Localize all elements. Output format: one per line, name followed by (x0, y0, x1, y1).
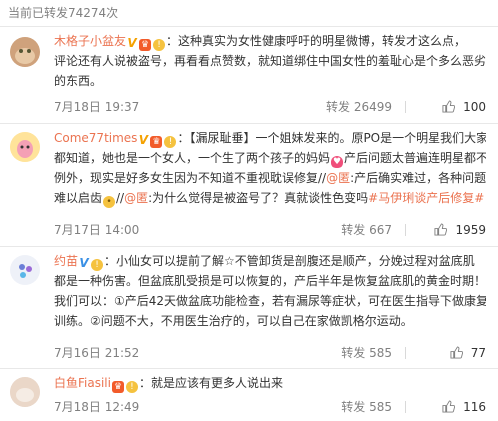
forward-button[interactable]: 转发 585 (341, 343, 392, 363)
repost-item: Come77timesV ♛! ：【漏尿耻垂】一个姐妹发来的。原PO是一个明星我们大… (0, 123, 498, 246)
bulb-icon: ! (91, 259, 104, 271)
verified-icon: V (79, 256, 89, 270)
post-text: :产后确实难过，各种问题 (350, 171, 486, 185)
repost-item: 白鱼Fiasili ♛! ：就是应该有更多人说出来 7月18日 12:49 转发 5… (0, 368, 498, 421)
like-button[interactable]: 116 (414, 397, 486, 417)
post-text: 都知道，她也是一个女人，一个生了两个孩子的妈妈 (54, 151, 331, 165)
forward-button[interactable]: 转发 667 (341, 220, 392, 240)
bulb-icon: ! (153, 39, 166, 51)
post-text: 难以启齿 (54, 191, 103, 205)
forward-count-header: 当前已转发74274次 (0, 0, 498, 26)
post-text: 产后42天做盆底功能检查，若有漏尿等症状，可在医生指导下做康复 (124, 294, 486, 308)
post-time[interactable]: 7月17日 14:00 (54, 220, 139, 240)
post-text: ：就是应该有更多人说出来 (138, 376, 283, 390)
mention-link[interactable]: @匿 (326, 171, 350, 185)
username-link[interactable]: 约苗 (54, 254, 78, 268)
repost-item: 木格子小盆友V ♛! ：这种真实为女性健康呼吁的明星微博，转发才这么点， 评论还有人… (0, 26, 498, 123)
thumbs-up-icon (442, 100, 456, 113)
vip-icon: ♛ (150, 136, 163, 148)
post-text: ：【漏尿耻垂】一个姐妹发来的。原PO是一个明星我们大家 (177, 131, 486, 145)
vip-icon: ♛ (111, 381, 124, 393)
verified-icon: V (127, 36, 137, 50)
like-count: 116 (463, 400, 486, 414)
verified-icon: V (138, 133, 149, 147)
username-link[interactable]: Come77times (54, 131, 137, 145)
post-text: 评论还有人说被盗号，再看看点赞数，就知道绑住中国女性的羞耻心是个多么恶劣 (54, 54, 486, 68)
post-text: 例外，现实是好多女生因为不知道不重视耽误修复// (54, 171, 327, 185)
repost-item: 约苗V! ：小仙女可以提前了解☆不管卸货是剖腹还是顺产，分娩过程对盆底肌 都是一种… (0, 246, 498, 368)
like-button[interactable]: 1959 (414, 220, 486, 240)
post-time[interactable]: 7月16日 21:52 (54, 343, 139, 363)
post-text: 训练。 (54, 314, 91, 328)
post-time[interactable]: 7月18日 19:37 (54, 97, 139, 117)
like-button[interactable]: 77 (414, 343, 486, 363)
like-count: 77 (470, 346, 486, 360)
list-number: ② (90, 314, 101, 328)
avatar[interactable] (10, 377, 40, 407)
post-meta: 7月17日 14:00 转发 667 1959 (54, 220, 486, 240)
avatar[interactable] (10, 255, 40, 285)
avatar[interactable] (10, 132, 40, 162)
topic-link[interactable]: #马伊琍谈产后修复# (368, 191, 484, 205)
post-meta: 7月16日 21:52 转发 585 77 (54, 343, 486, 363)
post-text: // (116, 191, 125, 205)
bulb-icon: ! (125, 381, 138, 393)
divider (405, 224, 406, 236)
post-text: 问题不大，不用医生治疗的，可以自己在家做凯格尔运动。 (100, 314, 413, 328)
list-number: ① (114, 294, 125, 308)
username-link[interactable]: 白鱼Fiasili (54, 376, 111, 390)
post-meta: 7月18日 19:37 转发 26499 100 (54, 97, 486, 117)
divider (405, 347, 406, 359)
post-text: :为什么觉得是被盗号了？真就谈性色变吗 (148, 191, 369, 205)
thumbs-up-icon (442, 400, 456, 413)
post-text: ：这种真实为女性健康呼吁的明星微博，转发才这么点， (166, 34, 467, 48)
post-time[interactable]: 7月18日 12:49 (54, 397, 139, 417)
thumbs-up-icon (450, 346, 463, 359)
post-text: 产后问题太普遍连明星都不 (344, 151, 486, 165)
forward-button[interactable]: 转发 26499 (326, 97, 392, 117)
post-text: 的东西。 (54, 74, 103, 88)
heart-emoji-icon: ♥ (331, 156, 344, 168)
post-text: 都是一种伤害。但盆底肌受损是可以恢复的，产后半年是恢复盆底肌的黄金时期！ (54, 274, 486, 288)
post-text: 我们可以： (54, 294, 115, 308)
avatar[interactable] (10, 37, 40, 67)
divider (405, 101, 406, 113)
bulb-icon: ! (164, 136, 177, 148)
like-count: 100 (463, 100, 486, 114)
username-link[interactable]: 木格子小盆友 (54, 34, 126, 48)
like-button[interactable]: 100 (414, 97, 486, 117)
mention-link[interactable]: @匿 (124, 191, 148, 205)
thumbs-up-icon (434, 223, 448, 236)
vip-icon: ♛ (139, 39, 152, 51)
post-text: ：小仙女可以提前了解☆不管卸货是剖腹还是顺产，分娩过程对盆底肌 (104, 254, 475, 268)
post-meta: 7月18日 12:49 转发 585 116 (54, 397, 486, 417)
forward-button[interactable]: 转发 585 (341, 397, 392, 417)
smile-emoji-icon: • (103, 196, 116, 208)
divider (405, 401, 406, 413)
like-count: 1959 (455, 223, 486, 237)
